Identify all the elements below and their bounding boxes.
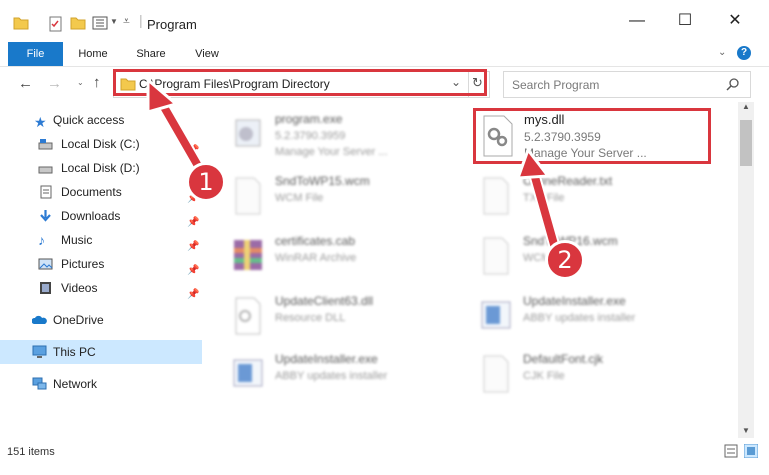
annotation-arrows — [146, 76, 561, 254]
callout-badge-1: 1 — [186, 162, 226, 202]
callout-badge-2: 2 — [545, 240, 585, 280]
